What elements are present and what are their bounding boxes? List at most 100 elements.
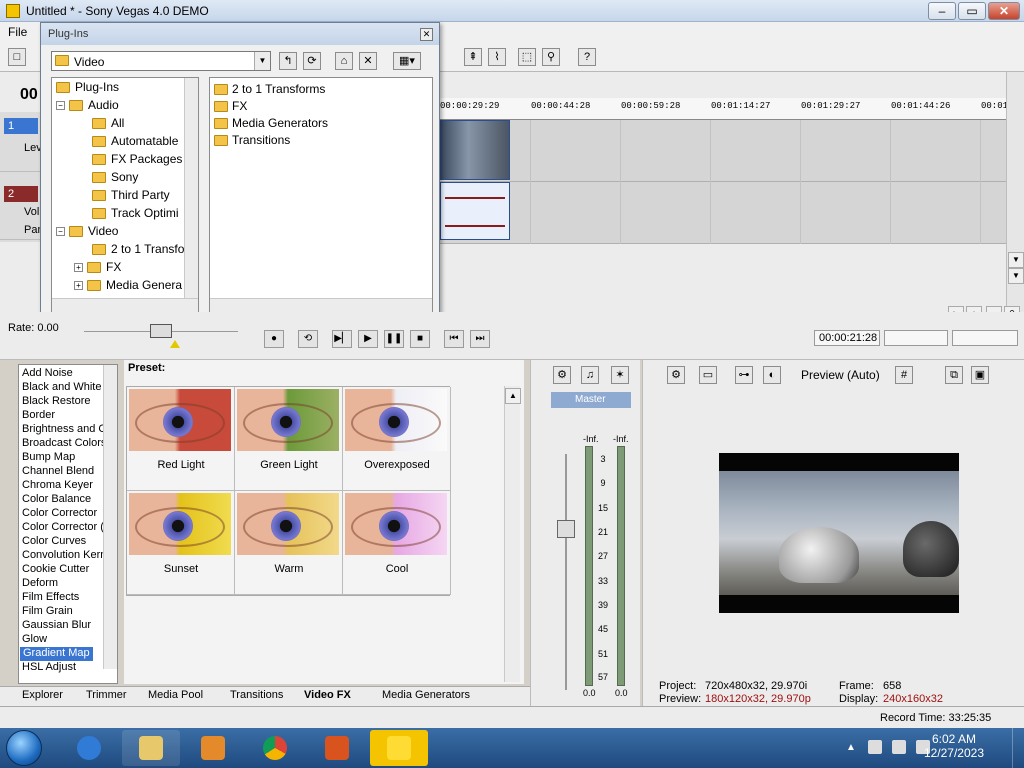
loop-icon[interactable]: ⟲ [298, 330, 318, 348]
fx-item[interactable]: Color Corrector [22, 507, 97, 521]
go-to-end-icon[interactable]: ⏭ [470, 330, 490, 348]
tab-explorer[interactable]: Explorer [22, 689, 63, 701]
go-to-start-icon[interactable]: ⏮ [444, 330, 464, 348]
fx-item[interactable]: Broadcast Colors [22, 437, 106, 451]
fx-item-selected[interactable]: Gradient Map [20, 647, 93, 661]
preset-scrollbar[interactable]: ▲ [504, 386, 521, 682]
up-folder-icon[interactable]: ↰ [279, 52, 297, 70]
fx-item[interactable]: Bump Map [22, 451, 75, 465]
fx-item[interactable]: Channel Blend [22, 465, 94, 479]
tree-item[interactable]: All [92, 116, 124, 134]
tab-media-generators[interactable]: Media Generators [382, 689, 470, 701]
pause-icon[interactable]: ❚❚ [384, 330, 404, 348]
external-monitor-icon[interactable]: ▭ [699, 366, 717, 384]
close-icon[interactable]: ✕ [420, 28, 433, 41]
tree-item[interactable]: FX Packages [92, 152, 182, 170]
collapse-icon[interactable]: − [56, 101, 65, 111]
list-item[interactable]: Media Generators [214, 116, 328, 130]
preview-quality-dropdown[interactable]: Preview (Auto) [801, 368, 880, 382]
envelope-tool-icon[interactable]: ⌇ [488, 48, 506, 66]
network-icon[interactable] [892, 740, 906, 754]
add-plugin-icon[interactable]: ⌂ [335, 52, 353, 70]
mixer-fx-icon[interactable]: ✶ [611, 366, 629, 384]
list-item[interactable]: FX [214, 99, 247, 113]
tree-item[interactable]: − Audio [56, 98, 119, 116]
audio-clip[interactable] [440, 182, 510, 240]
record-icon[interactable]: ● [264, 330, 284, 348]
play-from-start-icon[interactable]: ▶▏ [332, 330, 352, 348]
show-desktop-button[interactable] [1012, 728, 1024, 768]
close-button[interactable]: ✕ [988, 2, 1020, 20]
tab-trimmer[interactable]: Trimmer [86, 689, 127, 701]
fx-item[interactable]: Black Restore [22, 395, 90, 409]
list-item[interactable]: 2 to 1 Transforms [214, 82, 325, 96]
tree-item[interactable]: + Media Genera [74, 278, 182, 296]
views-icon[interactable]: ▦▾ [393, 52, 421, 70]
preset-green-light[interactable]: Green Light [235, 387, 343, 491]
plugins-title-bar[interactable]: Plug-Ins ✕ [41, 23, 439, 45]
expand-icon[interactable]: + [74, 281, 83, 291]
overlays-icon[interactable]: ◐ [763, 366, 781, 384]
fx-item[interactable]: Add Noise [22, 367, 73, 381]
fx-item[interactable]: Black and White [22, 381, 101, 395]
mixer-bus-icon[interactable]: ♫ [581, 366, 599, 384]
list-horizontal-scrollbar[interactable] [210, 298, 432, 312]
list-item[interactable]: Transitions [214, 133, 290, 147]
zoom-tool-icon[interactable]: ⚲ [542, 48, 560, 66]
taskbar-explorer[interactable] [122, 730, 180, 766]
clock[interactable]: 6:02 AM 12/27/2023 [924, 732, 984, 760]
taskbar-sound-forge[interactable] [308, 730, 366, 766]
minimize-button[interactable]: – [928, 2, 956, 20]
preset-sunset[interactable]: Sunset [127, 491, 235, 595]
chevron-down-icon[interactable]: ▼ [254, 52, 270, 70]
video-lane[interactable] [440, 120, 1006, 182]
collapse-icon[interactable]: − [56, 227, 65, 237]
tree-item[interactable]: − Video [56, 224, 118, 242]
grid-icon[interactable]: # [895, 366, 913, 384]
play-icon[interactable]: ▶ [358, 330, 378, 348]
new-icon[interactable]: □ [8, 48, 26, 66]
start-button[interactable] [6, 730, 42, 766]
split-screen-icon[interactable]: ⊶ [735, 366, 753, 384]
fx-item[interactable]: Glow [22, 633, 47, 647]
preset-warm[interactable]: Warm [235, 491, 343, 595]
preset-red-light[interactable]: Red Light [127, 387, 235, 491]
scroll-down-icon[interactable]: ▼ [1008, 252, 1024, 268]
tree-item[interactable]: Sony [92, 170, 138, 188]
fx-item[interactable]: HSL Adjust [22, 661, 76, 675]
plugins-folder-dropdown[interactable]: Video ▼ [51, 51, 271, 71]
tree-item[interactable]: Track Optimi [92, 206, 179, 224]
preset-overexposed[interactable]: Overexposed [343, 387, 451, 491]
tree-horizontal-scrollbar[interactable] [52, 298, 198, 312]
tab-media-pool[interactable]: Media Pool [148, 689, 203, 701]
track-header-1[interactable]: 1 Lev [0, 112, 42, 172]
track-header-2[interactable]: 2 Vol Pan [0, 180, 44, 240]
stop-icon[interactable]: ■ [410, 330, 430, 348]
fx-item[interactable]: Color Balance [22, 493, 91, 507]
video-clip[interactable] [440, 120, 510, 180]
action-center-icon[interactable] [868, 740, 882, 754]
scroll-up-icon[interactable]: ▲ [505, 388, 521, 404]
taskbar-media-player[interactable] [184, 730, 242, 766]
selection-start-box[interactable] [884, 330, 948, 346]
fx-item[interactable]: Color Corrector (S [22, 521, 111, 535]
tab-transitions[interactable]: Transitions [230, 689, 283, 701]
maximize-button[interactable]: ▭ [958, 2, 986, 20]
show-hidden-icons-icon[interactable]: ▲ [846, 742, 856, 753]
fx-item[interactable]: Film Effects [22, 591, 79, 605]
audio-lane[interactable] [440, 182, 1006, 244]
master-fader[interactable] [557, 520, 575, 538]
fx-item[interactable]: Convolution Kern [22, 549, 106, 563]
taskbar-internet-explorer[interactable] [60, 730, 118, 766]
preview-properties-icon[interactable]: ⚙ [667, 366, 685, 384]
tree-item[interactable]: Third Party [92, 188, 170, 206]
expand-icon[interactable]: + [74, 263, 83, 273]
fx-list-scrollbar[interactable] [103, 365, 117, 669]
fx-item[interactable]: Film Grain [22, 605, 73, 619]
fx-item[interactable]: Border [22, 409, 55, 423]
scroll-down-icon[interactable]: ▼ [1008, 268, 1024, 284]
rate-slider-thumb[interactable] [150, 324, 172, 338]
tree-item[interactable]: Automatable [92, 134, 178, 152]
menu-file[interactable]: File [8, 25, 27, 39]
preset-cool[interactable]: Cool [343, 491, 451, 595]
